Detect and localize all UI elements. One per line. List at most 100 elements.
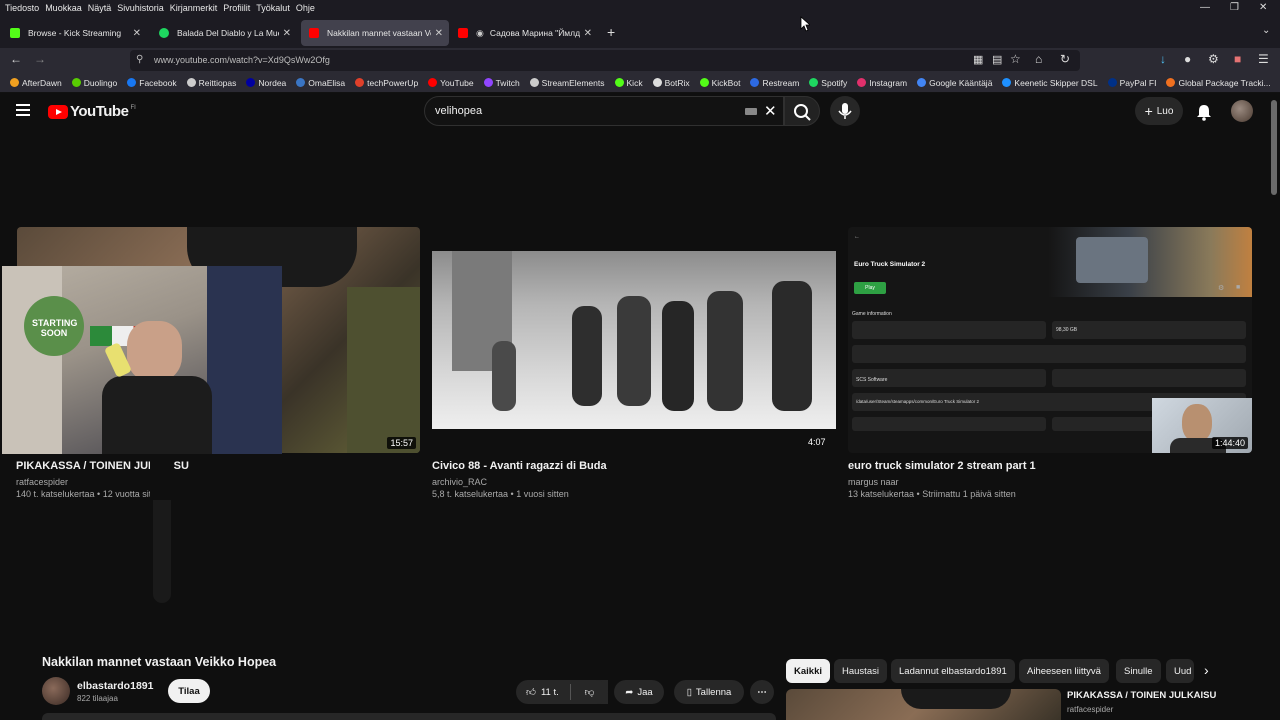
youtube-logo[interactable]: YouTube FI bbox=[48, 103, 136, 120]
reader-icon[interactable]: ▤ bbox=[992, 53, 1002, 66]
bookmark-twitch[interactable]: Twitch bbox=[483, 78, 520, 88]
close-window-icon[interactable]: ✕ bbox=[1259, 2, 1267, 13]
app-menu-icon[interactable]: ☰ bbox=[1258, 52, 1269, 66]
tab-label: Садова Марина "Ймлдыр bbox=[489, 28, 580, 38]
save-button[interactable]: ▯ Tallenna bbox=[674, 680, 744, 704]
menu-file[interactable]: Tiedosto bbox=[5, 3, 39, 13]
menu-history[interactable]: Sivuhistoria bbox=[117, 3, 164, 13]
subscriber-count: 822 tilaajaa bbox=[77, 694, 118, 703]
video-title[interactable]: euro truck simulator 2 stream part 1 bbox=[848, 460, 1036, 472]
dislike-button[interactable]: 👎︎ bbox=[571, 680, 608, 704]
chip-from-search[interactable]: Haustasi bbox=[834, 659, 887, 683]
chevron-right-icon[interactable]: › bbox=[1204, 662, 1209, 678]
menu-bookmarks[interactable]: Kirjanmerkit bbox=[170, 3, 218, 13]
tab-list-chevron-icon[interactable]: ⌄ bbox=[1262, 25, 1270, 36]
new-tab-icon[interactable]: + bbox=[607, 24, 615, 40]
chip-all[interactable]: Kaikki bbox=[786, 659, 830, 683]
bookmark-restream[interactable]: Restream bbox=[750, 78, 799, 88]
tab-close-icon[interactable]: ✕ bbox=[283, 28, 291, 39]
thumbnail-graphic bbox=[492, 341, 516, 411]
channel-name[interactable]: archivio_RAC bbox=[432, 477, 487, 487]
downloads-icon[interactable]: ↓ bbox=[1160, 52, 1166, 66]
upnext-thumbnail[interactable] bbox=[786, 689, 1061, 720]
bookmark-spotify[interactable]: Spotify bbox=[809, 78, 847, 88]
tab-close-icon[interactable]: ✕ bbox=[584, 28, 592, 39]
menu-profiles[interactable]: Profiilit bbox=[223, 3, 250, 13]
bookmark-youtube[interactable]: YouTube bbox=[428, 78, 474, 88]
menu-edit[interactable]: Muokkaa bbox=[45, 3, 82, 13]
channel-name[interactable]: ratfacespider bbox=[16, 477, 68, 487]
audio-icon[interactable]: ◉ bbox=[476, 28, 484, 39]
bookmark-duolingo[interactable]: Duolingo bbox=[71, 78, 117, 88]
pip-icon[interactable]: ▦ bbox=[973, 53, 983, 66]
clear-search-icon[interactable]: ✕ bbox=[764, 102, 777, 120]
menu-help[interactable]: Ohje bbox=[296, 3, 315, 13]
tab-spotify[interactable]: Balada Del Diablo y La Muerte - ✕ bbox=[151, 20, 297, 46]
bookmark-keenetic[interactable]: Keenetic Skipper DSL bbox=[1002, 78, 1098, 88]
more-actions-button[interactable]: ⋯ bbox=[750, 680, 774, 704]
tab-youtube-2[interactable]: ◉ Садова Марина "Ймлдыр ✕ bbox=[450, 20, 598, 46]
menu-tools[interactable]: Työkalut bbox=[256, 3, 290, 13]
chip-from-channel[interactable]: Ladannut elbastardo1891 bbox=[891, 659, 1015, 683]
channel-avatar[interactable] bbox=[42, 677, 70, 705]
share-button[interactable]: ➦ Jaa bbox=[614, 680, 664, 704]
bookmark-nordea[interactable]: Nordea bbox=[246, 78, 286, 88]
tab-youtube-active[interactable]: Nakkilan mannet vastaan Veikk ✕ bbox=[301, 20, 449, 46]
watch-channel-name[interactable]: elbastardo1891 bbox=[77, 680, 153, 692]
chip-for-you[interactable]: Sinulle bbox=[1116, 659, 1161, 683]
subscribe-button[interactable]: Tilaa bbox=[168, 679, 210, 703]
bookmark-reittiopas[interactable]: Reittiopas bbox=[186, 78, 236, 88]
create-button[interactable]: + Luo bbox=[1135, 97, 1183, 125]
bookmark-paypal[interactable]: PayPal FI bbox=[1107, 78, 1156, 88]
bookmark-techpowerup[interactable]: techPowerUp bbox=[355, 78, 418, 88]
hamburger-menu-icon[interactable] bbox=[16, 104, 30, 116]
mouse-cursor-icon bbox=[800, 16, 810, 32]
bookmark-afterdawn[interactable]: AfterDawn bbox=[10, 78, 62, 88]
addon-badge-icon[interactable]: ■ bbox=[1234, 52, 1241, 66]
tab-close-icon[interactable]: ✕ bbox=[133, 28, 141, 39]
back-icon[interactable]: ← bbox=[10, 52, 22, 66]
thumbnail-graphic bbox=[707, 291, 743, 411]
bookmark-star-icon[interactable]: ☆ bbox=[1010, 52, 1021, 66]
home-icon[interactable]: ⌂ bbox=[1035, 52, 1042, 66]
minimize-icon[interactable]: — bbox=[1200, 2, 1210, 13]
instagram-icon bbox=[857, 78, 867, 87]
video-title[interactable]: Civico 88 - Avanti ragazzi di Buda bbox=[432, 460, 607, 472]
search-input[interactable] bbox=[435, 105, 735, 117]
bookmark-google-translate[interactable]: Google Kääntäjä bbox=[917, 78, 992, 88]
account-icon[interactable]: ● bbox=[1184, 52, 1191, 66]
maximize-icon[interactable]: ❐ bbox=[1230, 2, 1239, 13]
voice-search-button[interactable] bbox=[830, 96, 860, 126]
chip-related[interactable]: Aiheeseen liittyvä bbox=[1019, 659, 1109, 683]
bookmark-kickbot[interactable]: KickBot bbox=[699, 78, 740, 88]
forward-icon[interactable]: → bbox=[34, 52, 46, 66]
description-box[interactable] bbox=[42, 713, 776, 720]
tab-close-icon[interactable]: ✕ bbox=[435, 28, 443, 39]
keyboard-icon[interactable] bbox=[745, 108, 757, 115]
notifications-bell-icon[interactable] bbox=[1196, 103, 1212, 126]
duolingo-icon bbox=[71, 78, 81, 87]
bookmark-streamelements[interactable]: StreamElements bbox=[529, 78, 605, 88]
page-scrollbar-thumb[interactable] bbox=[1271, 100, 1277, 195]
video-thumbnail[interactable]: ← Euro Truck Simulator 2 Play ⚙ ■ Game i… bbox=[848, 227, 1252, 453]
address-bar[interactable]: ⚲ www.youtube.com/watch?v=Xd9QsWw2Ofg ▦ … bbox=[130, 50, 1080, 71]
search-box[interactable]: ✕ bbox=[424, 96, 784, 126]
bookmark-instagram[interactable]: Instagram bbox=[857, 78, 907, 88]
bookmark-package-tracking[interactable]: Global Package Tracki... bbox=[1166, 78, 1271, 88]
bookmark-botrix[interactable]: BotRix bbox=[652, 78, 690, 88]
search-button[interactable] bbox=[784, 96, 820, 126]
channel-name[interactable]: margus naar bbox=[848, 477, 899, 487]
bookmark-omaelisa[interactable]: OmaElisa bbox=[296, 78, 345, 88]
bookmark-kick[interactable]: Kick bbox=[614, 78, 643, 88]
menu-view[interactable]: Näytä bbox=[88, 3, 112, 13]
extensions-icon[interactable]: ⚙ bbox=[1208, 52, 1219, 66]
bookmark-facebook[interactable]: Facebook bbox=[127, 78, 177, 88]
upnext-channel[interactable]: ratfacespider bbox=[1067, 705, 1113, 714]
user-avatar[interactable] bbox=[1231, 100, 1253, 122]
reload-icon[interactable]: ↻ bbox=[1060, 52, 1070, 66]
tab-kick[interactable]: Browse - Kick Streaming ✕ bbox=[2, 20, 147, 46]
upnext-title[interactable]: PIKAKASSA / TOINEN JULKAISU bbox=[1067, 690, 1216, 701]
site-info-icon[interactable]: ⚲ bbox=[136, 54, 143, 65]
chip-new[interactable]: Uud bbox=[1166, 659, 1194, 683]
video-thumbnail[interactable] bbox=[432, 251, 836, 429]
